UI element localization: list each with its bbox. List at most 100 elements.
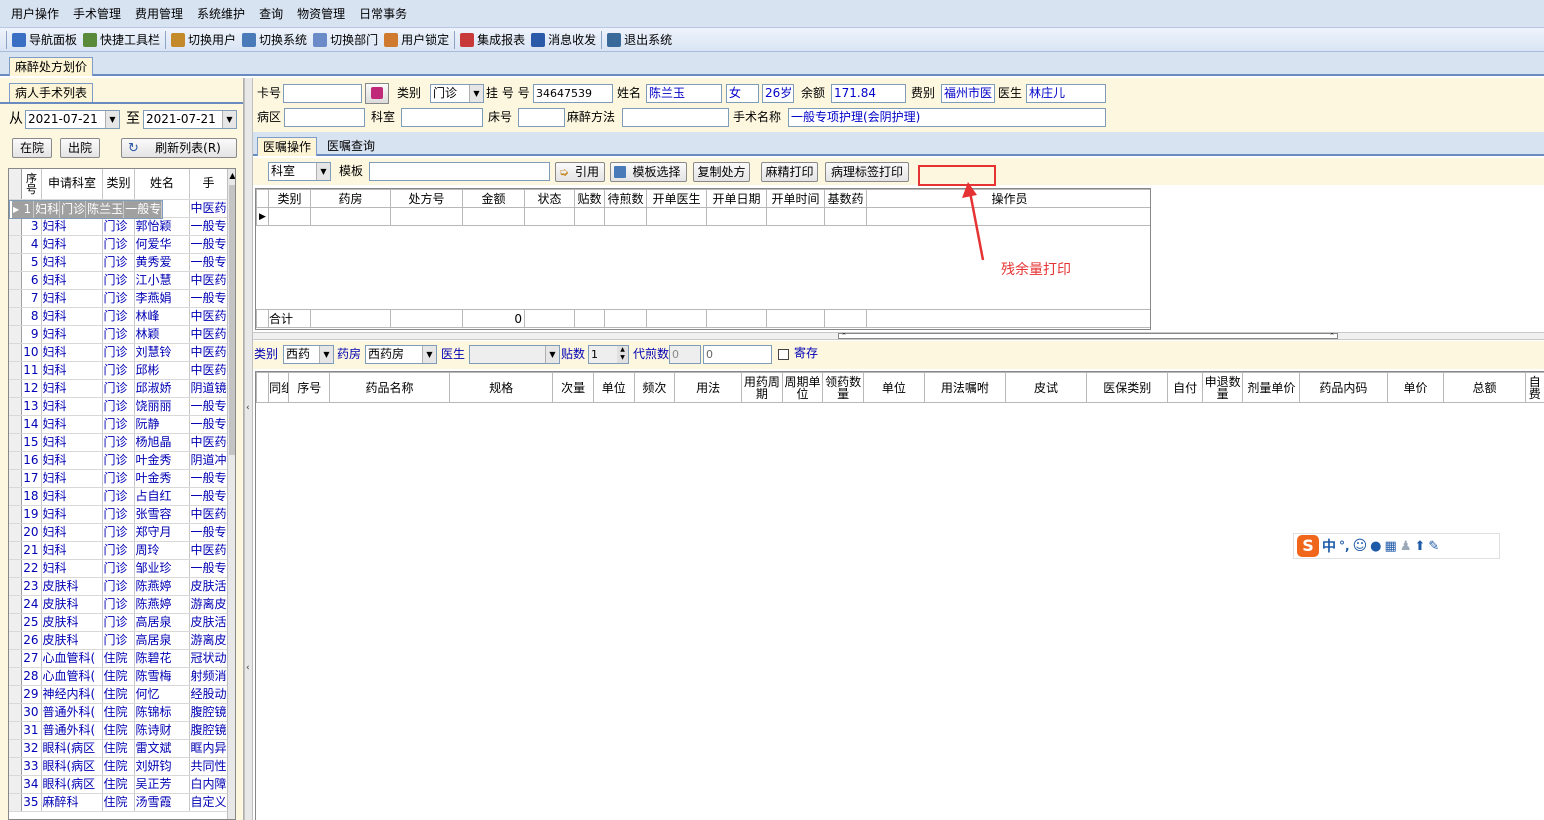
row-name[interactable]: 雷文斌 — [134, 739, 190, 758]
col-dept[interactable]: 申请科室 — [41, 169, 103, 200]
row-seq[interactable]: 19 — [21, 505, 42, 524]
drug-doctor-select[interactable]: ▼ — [469, 345, 560, 364]
table-row[interactable]: 5 妇科 门诊 黄秀爱 一般专 — [9, 253, 228, 272]
table-row[interactable]: 18 妇科 门诊 占自红 一般专 — [9, 487, 228, 506]
row-type[interactable]: 门诊 — [102, 613, 135, 632]
deposit-checkbox[interactable] — [778, 349, 789, 360]
row-surgery[interactable]: 经股动 — [189, 685, 228, 704]
row-name[interactable]: 林峰 — [134, 307, 190, 326]
ime-mode-chinese[interactable]: 中 — [1322, 536, 1336, 556]
row-seq[interactable]: 35 — [21, 793, 42, 812]
row-seq[interactable]: 7 — [21, 289, 42, 308]
row-seq[interactable]: 25 — [21, 613, 42, 632]
drug-col-header[interactable]: 药品名称 — [329, 372, 450, 403]
row-seq[interactable]: 32 — [21, 739, 42, 758]
row-dept[interactable]: 妇科 — [33, 200, 61, 218]
date-to-select[interactable]: 2021-07-21 ▼ — [143, 110, 237, 129]
drug-col-header[interactable]: 自付 — [1167, 372, 1203, 403]
col-surgery[interactable]: 手 — [189, 169, 228, 200]
row-seq[interactable]: 23 — [21, 577, 42, 596]
row-type[interactable]: 门诊 — [102, 361, 135, 380]
drug-col-header[interactable]: 药品内码 — [1299, 372, 1388, 403]
row-seq[interactable]: 12 — [21, 379, 42, 398]
row-name[interactable]: 陈燕婷 — [134, 595, 190, 614]
table-row[interactable]: 28 心血管科(住院 陈雪梅 射频消 — [9, 667, 228, 686]
prescription-col-header[interactable]: 贴数 — [574, 189, 605, 208]
prescription-col-header[interactable]: 类别 — [268, 189, 311, 208]
table-row[interactable]: ▶ 1 妇科 门诊 陈兰玉 一般专 — [9, 199, 164, 219]
row-dept[interactable]: 妇科 — [41, 217, 103, 236]
row-type[interactable]: 门诊 — [102, 469, 135, 488]
table-row[interactable]: 20 妇科 门诊 郑守月 一般专 — [9, 523, 228, 542]
table-row[interactable]: 10 妇科 门诊 刘慧铃 中医药 — [9, 343, 228, 362]
row-dept[interactable]: 皮肤科 — [41, 631, 103, 650]
row-dept[interactable]: 普通外科( — [41, 721, 103, 740]
col-name[interactable]: 姓名 — [134, 169, 190, 200]
table-row[interactable]: 15 妇科 门诊 杨旭晶 中医药 — [9, 433, 228, 452]
row-type[interactable]: 门诊 — [102, 343, 135, 362]
row-type[interactable]: 门诊 — [102, 289, 135, 308]
row-dept[interactable]: 妇科 — [41, 379, 103, 398]
drug-col-header[interactable]: 次量 — [552, 372, 594, 403]
doctor-value[interactable]: 林庄儿 — [1026, 84, 1106, 103]
skin-icon[interactable]: ⬆ — [1414, 539, 1425, 554]
drug-col-header[interactable]: 总额 — [1443, 372, 1526, 403]
row-type[interactable]: 住院 — [102, 775, 135, 794]
collapse-up-icon[interactable]: ⌃ — [1329, 333, 1335, 340]
row-seq[interactable]: 6 — [21, 271, 42, 290]
row-name[interactable]: 饶丽丽 — [134, 397, 190, 416]
table-row[interactable]: 16 妇科 门诊 叶金秀 阴道冲 — [9, 451, 228, 470]
table-row[interactable]: 25 皮肤科 门诊 高居泉 皮肤活 — [9, 613, 228, 632]
row-seq[interactable]: 11 — [21, 361, 42, 380]
wrench-icon[interactable]: ✎ — [1428, 539, 1439, 554]
row-type[interactable]: 门诊 — [102, 253, 135, 272]
row-name[interactable]: 郭怡颖 — [134, 217, 190, 236]
row-seq[interactable]: 34 — [21, 775, 42, 794]
table-row[interactable]: 12 妇科 门诊 邱淑娇 阴道镜 — [9, 379, 228, 398]
patient-age[interactable]: 26岁 — [762, 84, 794, 103]
row-surgery[interactable]: 一般专 — [189, 469, 228, 488]
row-seq[interactable]: 14 — [21, 415, 42, 434]
row-dept[interactable]: 神经内科( — [41, 685, 103, 704]
table-row[interactable]: 22 妇科 门诊 邹业珍 一般专 — [9, 559, 228, 578]
row-name[interactable]: 汤雪霞 — [134, 793, 190, 812]
table-row[interactable]: 29 神经内科(住院 何忆 经股动 — [9, 685, 228, 704]
row-seq[interactable]: 22 — [21, 559, 42, 578]
row-name[interactable]: 李燕娟 — [134, 289, 190, 308]
row-type[interactable]: 门诊 — [102, 217, 135, 236]
row-surgery[interactable]: 中医药 — [189, 343, 228, 362]
row-seq[interactable]: 1 — [22, 200, 35, 218]
row-surgery[interactable]: 一般专 — [189, 415, 228, 434]
discharged-button[interactable]: 出院 — [60, 138, 100, 158]
row-seq[interactable]: 28 — [21, 667, 42, 686]
row-dept[interactable]: 妇科 — [41, 451, 103, 470]
row-type[interactable]: 住院 — [102, 739, 135, 758]
row-surgery[interactable]: 游离皮 — [189, 595, 228, 614]
dept-input[interactable] — [401, 108, 483, 127]
row-seq[interactable]: 4 — [21, 235, 42, 254]
row-name[interactable]: 何忆 — [134, 685, 190, 704]
table-row[interactable]: 31 普通外科(住院 陈诗财 腹腔镜 — [9, 721, 228, 740]
prescription-col-header[interactable]: 开单时间 — [766, 189, 825, 208]
row-surgery[interactable]: 一般专 — [189, 487, 228, 506]
row-seq[interactable]: 13 — [21, 397, 42, 416]
drug-type-select[interactable]: 西药 ▼ — [283, 345, 334, 364]
row-seq[interactable]: 9 — [21, 325, 42, 344]
row-seq[interactable]: 33 — [21, 757, 42, 776]
row-surgery[interactable]: 阴道镜 — [189, 379, 228, 398]
col-seq[interactable]: 序号 — [21, 169, 42, 200]
row-dept[interactable]: 妇科 — [41, 487, 103, 506]
row-seq[interactable]: 21 — [21, 541, 42, 560]
row-seq[interactable]: 29 — [21, 685, 42, 704]
user-icon[interactable]: ♟ — [1400, 539, 1412, 554]
decoct-input[interactable]: 0 — [669, 345, 701, 364]
row-name[interactable]: 叶金秀 — [134, 451, 190, 470]
toolbar-button-0[interactable]: 导航面板 — [9, 29, 80, 51]
keyboard-icon[interactable]: ▦ — [1385, 539, 1397, 554]
fee-type[interactable]: 福州市医 — [941, 84, 995, 103]
row-dept[interactable]: 妇科 — [41, 469, 103, 488]
row-surgery[interactable]: 中医药 — [189, 505, 228, 524]
cite-button[interactable]: ➭ 引用 — [555, 162, 605, 182]
row-surgery[interactable]: 阴道冲 — [189, 451, 228, 470]
decoct-input-2[interactable]: 0 — [703, 345, 772, 364]
